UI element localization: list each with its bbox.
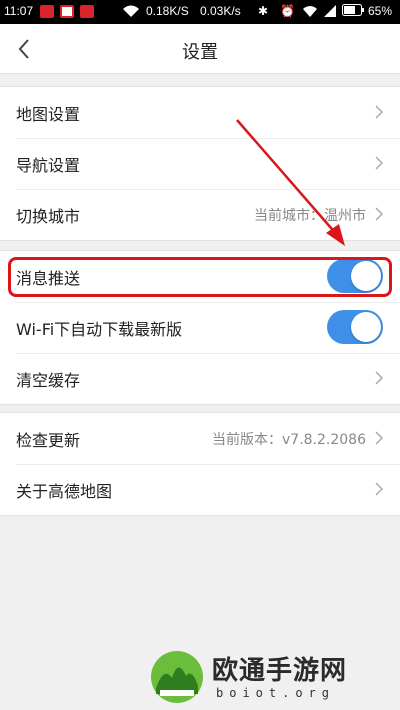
row-navigation-settings[interactable]: 导航设置: [0, 138, 400, 189]
battery-icon: [342, 4, 364, 16]
watermark-title: 欧通手游网: [212, 656, 348, 686]
wifi-icon-2: [303, 6, 317, 17]
net-speed-2: 0.03K/s: [200, 4, 241, 18]
header-bar: 设置: [0, 24, 400, 74]
chevron-right-icon: [375, 431, 384, 445]
chevron-right-icon: [375, 482, 384, 496]
status-time: 11:07: [4, 4, 34, 18]
chevron-right-icon: [375, 105, 384, 119]
row-label: 切换城市: [16, 207, 81, 226]
current-city-value: 当前城市：温州市: [254, 208, 366, 224]
chevron-right-icon: [375, 207, 384, 221]
camera-icon: [60, 5, 74, 18]
row-check-update[interactable]: 检查更新 当前版本：v7.8.2.2086: [0, 413, 400, 464]
wifi-icon: [123, 5, 139, 17]
battery-percent: 65%: [368, 4, 393, 18]
net-speed-1: 0.18K/S: [146, 4, 189, 18]
row-label: 关于高德地图: [16, 482, 113, 501]
settings-group-about: 检查更新 当前版本：v7.8.2.2086 关于高德地图: [0, 412, 400, 516]
row-label: Wi-Fi下自动下载最新版: [16, 320, 183, 339]
row-label: 检查更新: [16, 431, 81, 450]
row-label: 导航设置: [16, 156, 81, 175]
status-bar: 11:07 0.18K/S 0.03K/s ✱ ⏰ 65%: [0, 0, 400, 24]
signal-icon: [324, 5, 336, 17]
wifi-auto-download-toggle[interactable]: [327, 310, 383, 344]
mail-icon: [80, 5, 94, 18]
row-label: 地图设置: [16, 105, 81, 124]
watermark-logo: [151, 651, 203, 703]
page-title: 设置: [182, 42, 218, 63]
bluetooth-icon: ✱: [258, 4, 269, 18]
chevron-right-icon: [375, 371, 384, 385]
app-icon-red: [40, 5, 54, 18]
highlight-box: [8, 257, 392, 297]
alarm-icon: ⏰: [280, 4, 295, 18]
watermark-url: boiot.org: [216, 686, 336, 700]
row-switch-city[interactable]: 切换城市 当前城市：温州市: [0, 189, 400, 240]
settings-group-map: 地图设置 导航设置 切换城市 当前城市：温州市: [0, 86, 400, 241]
chevron-right-icon: [375, 156, 384, 170]
current-version-value: 当前版本：v7.8.2.2086: [212, 432, 366, 448]
watermark: 欧通手游网 boiot.org: [150, 648, 390, 706]
toggle-knob: [351, 312, 381, 342]
row-label: 清空缓存: [16, 371, 81, 390]
row-map-settings[interactable]: 地图设置: [0, 87, 400, 138]
row-about-amap[interactable]: 关于高德地图: [0, 464, 400, 515]
row-clear-cache[interactable]: 清空缓存: [0, 353, 400, 404]
row-wifi-auto-download: Wi-Fi下自动下载最新版: [0, 302, 400, 353]
